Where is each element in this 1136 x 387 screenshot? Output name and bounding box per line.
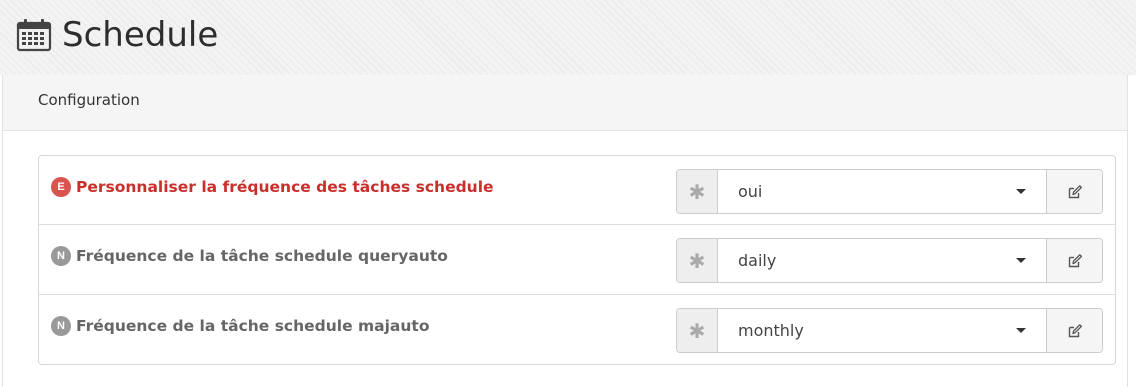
frequency-select[interactable]: daily — [718, 239, 1046, 282]
page-title: Schedule — [62, 15, 219, 55]
edit-icon — [1068, 253, 1082, 267]
setting-row-personnaliser: E Personnaliser la fréquence des tâches … — [39, 156, 1115, 224]
select-value: daily — [738, 251, 777, 270]
asterisk-icon: ✱ — [677, 170, 718, 213]
setting-label: E Personnaliser la fréquence des tâches … — [51, 177, 494, 197]
calendar-icon — [16, 19, 52, 52]
select-value: monthly — [738, 321, 804, 340]
setting-label: N Fréquence de la tâche schedule queryau… — [51, 246, 448, 266]
caret-down-icon — [1016, 328, 1026, 333]
panel-heading: Configuration — [3, 75, 1127, 131]
setting-label-text: Personnaliser la fréquence des tâches sc… — [76, 178, 494, 196]
edit-button[interactable] — [1046, 239, 1102, 282]
setting-label-text: Fréquence de la tâche schedule majauto — [76, 317, 430, 335]
asterisk-icon: ✱ — [677, 239, 718, 282]
select-value: oui — [738, 182, 763, 201]
edit-button[interactable] — [1046, 309, 1102, 352]
normal-badge: N — [51, 316, 71, 336]
setting-label: N Fréquence de la tâche schedule majauto — [51, 316, 430, 336]
asterisk-icon: ✱ — [677, 309, 718, 352]
edit-icon — [1068, 184, 1082, 198]
setting-control: ✱ daily — [676, 238, 1103, 283]
normal-badge: N — [51, 246, 71, 266]
setting-row-majauto: N Fréquence de la tâche schedule majauto… — [39, 294, 1115, 364]
page-title-wrap: Schedule — [16, 13, 218, 57]
settings-list: E Personnaliser la fréquence des tâches … — [38, 155, 1116, 365]
setting-control: ✱ oui — [676, 169, 1103, 214]
required-badge: E — [51, 177, 71, 197]
frequency-select[interactable]: monthly — [718, 309, 1046, 352]
edit-button[interactable] — [1046, 170, 1102, 213]
configuration-panel: Configuration E Personnaliser la fréquen… — [2, 75, 1128, 387]
caret-down-icon — [1016, 189, 1026, 194]
panel-heading-label: Configuration — [38, 91, 140, 109]
page-header: Schedule — [0, 0, 1136, 75]
edit-icon — [1068, 323, 1082, 337]
setting-row-queryauto: N Fréquence de la tâche schedule queryau… — [39, 224, 1115, 294]
setting-label-text: Fréquence de la tâche schedule queryauto — [76, 247, 448, 265]
frequency-select[interactable]: oui — [718, 170, 1046, 213]
caret-down-icon — [1016, 258, 1026, 263]
setting-control: ✱ monthly — [676, 308, 1103, 353]
